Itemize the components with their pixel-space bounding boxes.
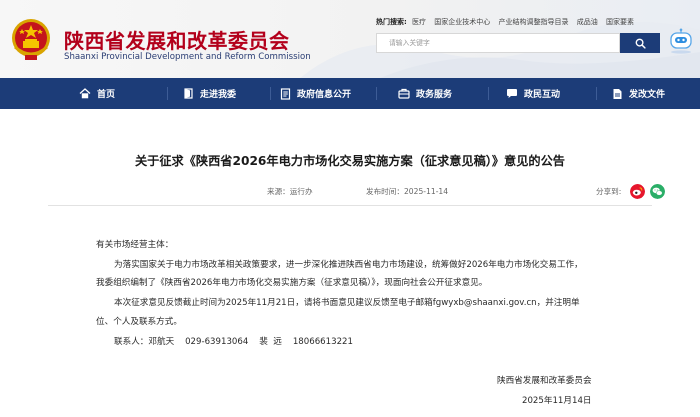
- date-value: 2025-11-14: [403, 187, 449, 196]
- search-button[interactable]: [620, 33, 660, 53]
- signature-date: 2025年11月14日: [522, 396, 592, 406]
- paragraph-line: 为落实国家关于电力市场改革相关政策要求，进一步深化推进陕西省电力市场建设，统筹做…: [114, 260, 583, 270]
- hot-word-link[interactable]: 成品油: [577, 18, 598, 26]
- meta-divider: [48, 205, 652, 206]
- article-date: 发布时间：2025-11-14: [366, 186, 448, 197]
- site-title[interactable]: 陕西省发展和改革委员会: [64, 25, 290, 54]
- source-label: 来源：: [267, 187, 290, 196]
- nav-divider: [376, 87, 377, 100]
- salutation: 有关市场经营主体：: [96, 240, 174, 250]
- nav-item-ndrc-documents[interactable]: 发改文件: [612, 78, 665, 109]
- search-box: [376, 33, 620, 53]
- national-emblem-icon: [12, 19, 50, 60]
- document-icon: [280, 87, 291, 100]
- article-title: 关于征求《陕西省2026年电力市场化交易实施方案（征求意见稿）》意见的公告: [134, 154, 565, 168]
- nav-item-interaction[interactable]: 政民互动: [506, 78, 560, 109]
- search-icon: [635, 38, 646, 49]
- service-icon: [398, 88, 410, 99]
- ai-assistant-icon[interactable]: [666, 28, 696, 54]
- home-icon: [79, 88, 91, 99]
- paragraph-line: 位、个人及联系方式。: [96, 317, 182, 327]
- nav-item-about[interactable]: 走进我委: [183, 78, 236, 109]
- chat-icon: [507, 89, 517, 98]
- nav-label: 政府信息公开: [297, 90, 352, 100]
- nav-label: 政务服务: [416, 90, 453, 100]
- hot-word-link[interactable]: 医疗: [412, 18, 426, 26]
- wechat-icon[interactable]: [650, 184, 665, 199]
- nav-label: 首页: [97, 90, 116, 100]
- source-value: 运行办: [289, 187, 313, 196]
- door-icon: [184, 88, 193, 99]
- nav-item-gov-services[interactable]: 政务服务: [398, 78, 452, 109]
- hot-word-link[interactable]: 产业结构调整指导目录: [499, 18, 569, 26]
- date-label: 发布时间：: [366, 187, 404, 196]
- hot-search-words: 热门搜索: 医疗 国家企业技术中心 产业结构调整指导目录 成品油 国家要素: [376, 17, 640, 27]
- nav-item-gov-info[interactable]: 政府信息公开: [280, 78, 351, 109]
- nav-divider: [488, 87, 489, 100]
- site-header: 陕西省发展和改革委员会 Shaanxi Provincial Developme…: [0, 0, 700, 78]
- share-label: 分享到:: [596, 187, 622, 196]
- hot-search-label: 热门搜索:: [376, 18, 407, 26]
- weibo-icon[interactable]: [630, 184, 645, 199]
- article-source: 来源：运行办: [267, 186, 313, 197]
- search-input[interactable]: [377, 34, 619, 52]
- nav-label: 政民互动: [524, 90, 561, 100]
- nav-label: 走进我委: [200, 90, 237, 100]
- nav-label: 发改文件: [629, 90, 666, 100]
- nav-divider: [270, 87, 271, 100]
- contact-info: 联系人：邓航天 029-63913064 裴 远 18066613221: [114, 337, 353, 347]
- hot-word-link[interactable]: 国家企业技术中心: [434, 18, 490, 26]
- hot-word-link[interactable]: 国家要素: [606, 18, 634, 26]
- main-nav: 首页 走进我委 政府信息公开 政务服务 政民互动 发改文件: [0, 78, 700, 109]
- paragraph-line: 我委组织编制了《陕西省2026年电力市场化交易实施方案（征求意见稿）》，现面向社…: [96, 278, 488, 288]
- paragraph-line: 本次征求意见反馈截止时间为2025年11月21日，请将书面意见建议反馈至电子邮箱…: [114, 298, 580, 308]
- nav-divider: [596, 87, 597, 100]
- file-icon: [613, 88, 622, 99]
- nav-item-home[interactable]: 首页: [79, 78, 115, 109]
- nav-divider: [167, 87, 168, 100]
- signature-organization: 陕西省发展和改革委员会: [497, 376, 592, 386]
- site-subtitle: Shaanxi Provincial Development and Refor…: [64, 52, 311, 62]
